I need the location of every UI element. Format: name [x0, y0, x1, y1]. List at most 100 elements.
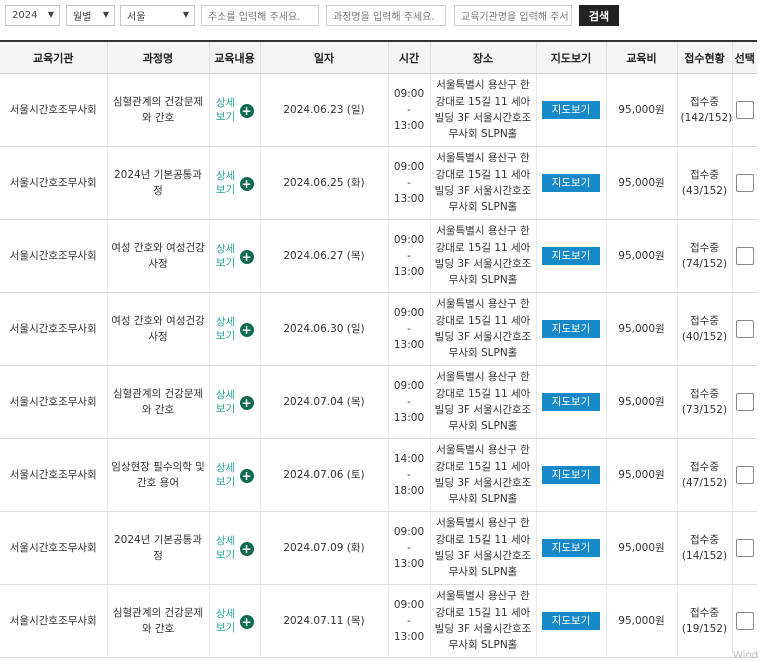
org-cell: 서울시간호조무사회	[0, 146, 107, 220]
chevron-down-icon: ▼	[102, 10, 109, 19]
detail-link[interactable]: 상세보기 +	[216, 243, 254, 270]
plus-circle-icon: +	[239, 250, 254, 264]
org-cell: 서울시간호조무사회	[0, 73, 107, 147]
map-cell: 지도보기	[535, 438, 606, 512]
course-cell: 심혈관계의 건강문제와 간호	[106, 584, 209, 658]
header-map: 지도보기	[535, 40, 606, 74]
enrollment-count: (142/152)	[680, 112, 733, 124]
status-cell: 접수중 (19/152)	[676, 584, 732, 658]
place-cell: 서울특별시 용산구 한강대로 15길 11 세아빌딩 3F 서울시간호조무사회 …	[429, 438, 536, 512]
course-name-input[interactable]: 과정명을 입력해 주세요.	[326, 5, 446, 26]
map-cell: 지도보기	[535, 292, 606, 366]
org-cell: 서울시간호조무사회	[0, 584, 107, 658]
course-cell: 여성 간호와 여성건강사정	[106, 219, 209, 293]
org-cell: 서울시간호조무사회	[0, 365, 107, 439]
status-cell: 접수중 (43/152)	[676, 146, 732, 220]
plus-circle-icon: +	[239, 615, 254, 629]
header-place: 장소	[429, 40, 536, 74]
detail-link[interactable]: 상세보기 +	[216, 316, 254, 343]
map-button[interactable]: 지도보기	[541, 174, 601, 192]
table-row: 서울시간호조무사회 여성 간호와 여성건강사정 상세보기 + 2024.06.3…	[0, 292, 757, 366]
select-checkbox[interactable]	[735, 393, 754, 411]
table-row: 서울시간호조무사회 심혈관계의 건강문제와 간호 상세보기 + 2024.06.…	[0, 73, 757, 147]
org-name-input[interactable]: 교육기관명을 입력해 주서	[454, 5, 572, 26]
place-cell: 서울특별시 용산구 한강대로 15길 11 세아빌딩 3F 서울시간호조무사회 …	[429, 365, 536, 439]
fee-cell: 95,000원	[605, 292, 677, 366]
detail-link[interactable]: 상세보기 +	[216, 462, 254, 489]
map-button[interactable]: 지도보기	[541, 393, 601, 411]
status-label: 접수중	[690, 314, 719, 327]
table-row: 서울시간호조무사회 임상현장 필수의학 및 간호 용어 상세보기 + 2024.…	[0, 438, 757, 512]
detail-link[interactable]: 상세보기 +	[216, 97, 254, 124]
select-cell	[731, 146, 757, 220]
header-status: 접수현황	[676, 40, 732, 74]
date-cell: 2024.07.04 (목)	[259, 365, 388, 439]
select-checkbox[interactable]	[735, 539, 754, 557]
detail-label: 상세보기	[215, 170, 236, 196]
header-select: 선택	[731, 40, 757, 74]
enrollment-count: (74/152)	[681, 258, 728, 270]
plus-circle-icon: +	[239, 396, 254, 410]
place-cell: 서울특별시 용산구 한강대로 15길 11 세아빌딩 3F 서울시간호조무사회 …	[429, 219, 536, 293]
select-cell	[731, 584, 757, 658]
year-select[interactable]: 2024 ▼	[5, 5, 60, 26]
map-button[interactable]: 지도보기	[541, 466, 601, 484]
time-cell: 09:00 - 13:00	[387, 146, 430, 220]
select-cell	[731, 73, 757, 147]
time-cell: 09:00 - 13:00	[387, 511, 430, 585]
select-checkbox[interactable]	[735, 174, 754, 192]
detail-label: 상세보기	[215, 462, 236, 488]
table-row: 서울시간호조무사회 2024년 기본공통과정 상세보기 + 2024.07.09…	[0, 511, 757, 585]
map-button[interactable]: 지도보기	[541, 539, 601, 557]
detail-link[interactable]: 상세보기 +	[216, 608, 254, 635]
header-course: 과정명	[106, 40, 209, 74]
fee-cell: 95,000원	[605, 584, 677, 658]
month-select[interactable]: 월별 ▼	[66, 5, 115, 26]
map-button[interactable]: 지도보기	[541, 320, 601, 338]
org-cell: 서울시간호조무사회	[0, 219, 107, 293]
enrollment-count: (19/152)	[681, 623, 728, 635]
select-checkbox[interactable]	[735, 612, 754, 630]
year-select-value: 2024	[12, 10, 38, 21]
status-label: 접수중	[690, 168, 719, 181]
select-checkbox[interactable]	[735, 247, 754, 265]
date-cell: 2024.06.25 (화)	[259, 146, 388, 220]
enrollment-count: (40/152)	[681, 331, 728, 343]
header-content: 교육내용	[208, 40, 260, 74]
detail-cell: 상세보기 +	[208, 146, 260, 220]
detail-link[interactable]: 상세보기 +	[216, 389, 254, 416]
fee-cell: 95,000원	[605, 73, 677, 147]
course-cell: 여성 간호와 여성건강사정	[106, 292, 209, 366]
header-org: 교육기관	[0, 40, 107, 74]
select-checkbox[interactable]	[735, 320, 754, 338]
table-row: 서울시간호조무사회 심혈관계의 건강문제와 간호 상세보기 + 2024.07.…	[0, 584, 757, 658]
time-cell: 09:00 - 13:00	[387, 219, 430, 293]
select-cell	[731, 365, 757, 439]
map-button[interactable]: 지도보기	[541, 101, 601, 119]
map-cell: 지도보기	[535, 146, 606, 220]
filter-bar: 2024 ▼ 월별 ▼ 서울 ▼ 주소를 입력해 주세요. 과정명을 입력해 주…	[0, 0, 773, 36]
place-cell: 서울특별시 용산구 한강대로 15길 11 세아빌딩 3F 서울시간호조무사회 …	[429, 146, 536, 220]
search-button[interactable]: 검색	[579, 5, 619, 26]
place-cell: 서울특별시 용산구 한강대로 15길 11 세아빌딩 3F 서울시간호조무사회 …	[429, 584, 536, 658]
detail-link[interactable]: 상세보기 +	[216, 170, 254, 197]
select-checkbox[interactable]	[735, 466, 754, 484]
map-button[interactable]: 지도보기	[541, 247, 601, 265]
time-cell: 09:00 - 13:00	[387, 365, 430, 439]
plus-circle-icon: +	[239, 542, 254, 556]
plus-circle-icon: +	[239, 177, 254, 191]
detail-cell: 상세보기 +	[208, 365, 260, 439]
detail-label: 상세보기	[215, 608, 236, 634]
map-button[interactable]: 지도보기	[541, 612, 601, 630]
date-cell: 2024.07.11 (목)	[259, 584, 388, 658]
status-cell: 접수중 (73/152)	[676, 365, 732, 439]
select-checkbox[interactable]	[735, 101, 754, 119]
address-input[interactable]: 주소를 입력해 주세요.	[201, 5, 319, 26]
detail-link[interactable]: 상세보기 +	[216, 535, 254, 562]
region-select[interactable]: 서울 ▼	[120, 5, 195, 26]
org-cell: 서울시간호조무사회	[0, 511, 107, 585]
enrollment-count: (73/152)	[681, 404, 728, 416]
course-cell: 심혈관계의 건강문제와 간호	[106, 365, 209, 439]
date-cell: 2024.07.09 (화)	[259, 511, 388, 585]
fee-cell: 95,000원	[605, 219, 677, 293]
